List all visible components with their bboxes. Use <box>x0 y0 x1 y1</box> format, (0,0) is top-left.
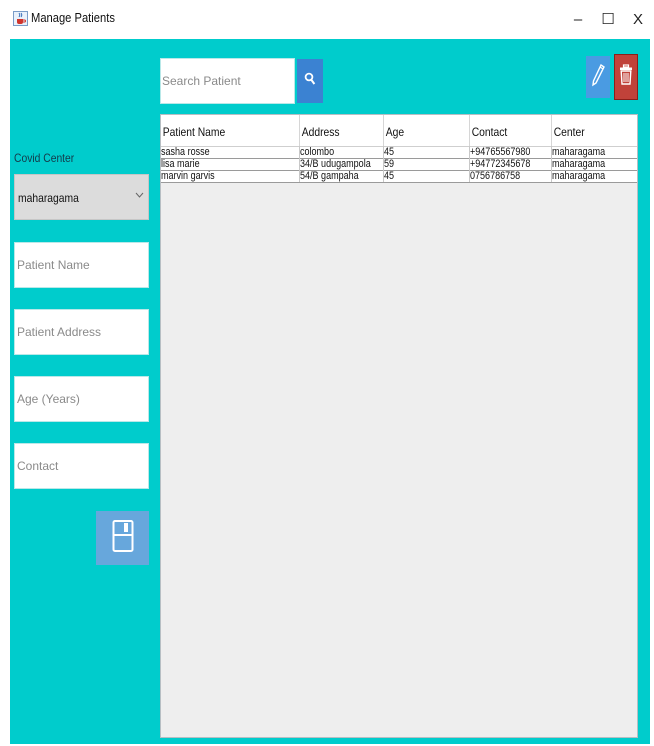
save-button[interactable] <box>96 511 149 565</box>
table-cell: sasha rosse <box>161 146 300 158</box>
main-panel: Covid Center maharagama Patient Name Add… <box>10 39 650 744</box>
table-cell: maharagama <box>552 170 606 182</box>
table-cell: 34/B udugampola <box>300 158 384 170</box>
delete-button[interactable] <box>614 54 638 100</box>
minimize-button[interactable]: – <box>564 6 592 32</box>
close-button[interactable]: X <box>624 6 652 32</box>
age-field[interactable] <box>14 376 149 422</box>
save-icon <box>112 519 134 558</box>
column-header-center[interactable]: Center <box>552 115 638 147</box>
table-header: Patient Name Address Age Contact Center <box>161 115 637 147</box>
table-cell: +94772345678 <box>470 158 552 170</box>
contact-input[interactable] <box>15 444 148 488</box>
covid-center-value: maharagama <box>18 191 79 205</box>
column-header-contact[interactable]: Contact <box>470 115 552 147</box>
trash-icon <box>619 63 633 91</box>
covid-center-label: Covid Center <box>14 151 75 165</box>
contact-field[interactable] <box>14 443 149 489</box>
table-cell: 0756786758 <box>470 170 552 182</box>
pencil-icon <box>591 63 605 92</box>
table-cell: 59 <box>384 158 470 170</box>
column-header-patient-name[interactable]: Patient Name <box>161 115 300 147</box>
table-cell: +94765567980 <box>470 146 552 158</box>
title-bar: Manage Patients – ☐ X <box>0 0 654 38</box>
patient-address-input[interactable] <box>15 310 148 354</box>
patients-table[interactable]: Patient Name Address Age Contact Center … <box>160 114 638 738</box>
column-header-address[interactable]: Address <box>300 115 384 147</box>
table-cell: lisa marie <box>161 158 300 170</box>
patient-name-input[interactable] <box>15 243 148 287</box>
window-title: Manage Patients <box>31 10 115 25</box>
covid-center-select[interactable]: maharagama <box>14 174 149 220</box>
search-field[interactable] <box>160 58 295 104</box>
table-cell: maharagama <box>552 146 606 158</box>
search-icon <box>304 72 316 91</box>
table-cell: colombo <box>300 146 384 158</box>
maximize-button[interactable]: ☐ <box>594 6 622 32</box>
search-button[interactable] <box>297 59 323 103</box>
chevron-down-icon <box>135 189 144 201</box>
patient-name-field[interactable] <box>14 242 149 288</box>
table-cell: 45 <box>384 170 470 182</box>
age-input[interactable] <box>15 377 148 421</box>
patient-address-field[interactable] <box>14 309 149 355</box>
java-cup-icon <box>13 11 28 26</box>
table-cell: maharagama <box>552 158 606 170</box>
column-header-age[interactable]: Age <box>384 115 470 147</box>
search-input[interactable] <box>161 59 294 103</box>
table-cell: marvin garvis <box>161 170 300 182</box>
table-row[interactable]: marvin garvis 54/B gampaha 45 0756786758… <box>161 170 637 183</box>
edit-button[interactable] <box>586 56 610 98</box>
table-cell: 54/B gampaha <box>300 170 384 182</box>
table-cell: 45 <box>384 146 470 158</box>
